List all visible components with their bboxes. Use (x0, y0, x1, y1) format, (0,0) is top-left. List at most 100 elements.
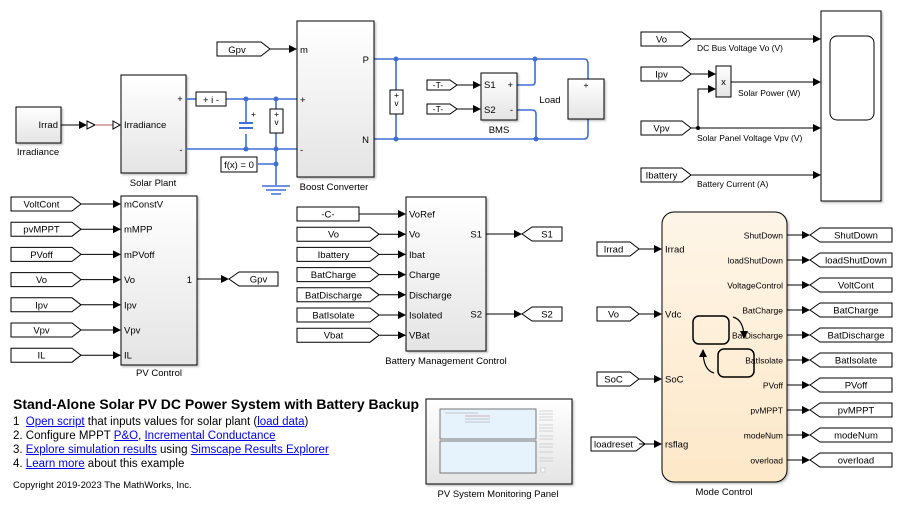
from-tag-ibattery-label: Ibattery (646, 171, 678, 182)
bms-name: BMS (489, 125, 510, 136)
pv-control-from-pvmppt-1[interactable]: pvMPPT (10, 221, 82, 237)
boost-port-minus: - (300, 145, 303, 156)
current-sensor[interactable]: + i - (195, 91, 227, 107)
goto-tag-mc-shutdown[interactable]: ShutDown (809, 227, 893, 243)
pv-control-from-vpv-5[interactable]: Vpv (10, 322, 82, 338)
goto-tag-mc-overload[interactable]: overload (809, 452, 893, 468)
product-block[interactable]: x (715, 65, 732, 98)
mode-control-name: Mode Control (695, 487, 752, 498)
from-tag-vpv[interactable]: Vpv (640, 120, 692, 136)
irradiance-block[interactable]: Irrad Irradiance (15, 106, 62, 158)
goto-tag-mc-loadshutdown[interactable]: loadShutDown (809, 252, 893, 268)
load-block[interactable]: Load + (539, 78, 605, 120)
bmc-out-port-s1: S1 (470, 230, 482, 241)
bmc-from-vbat-6-label: Vbat (324, 331, 344, 342)
bmc-from-batisolate-5-label: BatIsolate (312, 311, 354, 322)
pv-control-from-il-6[interactable]: IL (10, 347, 82, 363)
pv-control-port-ipv: Ipv (124, 300, 137, 311)
goto-tag-mc-pvmppt[interactable]: pvMPPT (809, 402, 893, 418)
goto-tag-mc-batcharge[interactable]: BatCharge (809, 302, 893, 318)
goto-tag-s2[interactable]: S2 (521, 306, 563, 322)
link-incremental-conductance[interactable]: Incremental Conductance (144, 430, 275, 442)
scope-block[interactable] (820, 10, 882, 202)
pv-control-from-pvoff-2[interactable]: PVoff (10, 246, 82, 262)
goto-tag-mc-pvoff[interactable]: PVoff (809, 377, 893, 393)
mc-out-port-modenum: modeNum (744, 431, 783, 441)
pv-control-section: mConstV mMPP mPVoff Vo Ipv Vpv IL 1 PV Control Vo… (10, 195, 279, 379)
pv-control-port-mpvoff: mPVoff (124, 250, 155, 261)
mc-from-loadreset-label: loadreset (594, 440, 633, 451)
mc-from-loadreset[interactable]: loadreset (590, 436, 646, 452)
solver-configuration[interactable]: f(x) = 0 (220, 156, 258, 173)
from-tag-ipv[interactable]: Ipv (640, 66, 692, 82)
solver-label: f(x) = 0 (224, 160, 254, 171)
voltage-sensor-2[interactable]: + v (389, 89, 404, 115)
pv-control-from-ipv-4[interactable]: Ipv (10, 297, 82, 313)
signal-label-solar-panel-voltage: Solar Panel Voltage Vpv (V) (697, 133, 803, 143)
link-simscape-results-explorer[interactable]: Simscape Results Explorer (191, 444, 329, 456)
mode-control-chart[interactable]: Irrad Vdc SoC rsflag ShutDown loadShutDown Vol… (661, 211, 788, 498)
link-load-data[interactable]: load data (257, 416, 304, 428)
annotation: Stand-Alone Solar PV DC Power System wit… (13, 396, 433, 491)
from-tag-ibattery[interactable]: Ibattery (640, 167, 692, 183)
goto-tag-gpv-label: Gpv (250, 275, 268, 286)
current-sensor-label: + i - (203, 95, 219, 106)
bmc-from-vo-1[interactable]: Vo (296, 226, 380, 242)
goto-tag-mc-batdischarge[interactable]: BatDischarge (809, 327, 893, 343)
step-number: 4. (13, 458, 26, 470)
boost-port-m: m (300, 45, 308, 56)
bmc-out-port-s2: S2 (470, 310, 482, 321)
bmc-from-ibattery-2[interactable]: Ibattery (296, 246, 380, 262)
bms-port-s1: S1 (484, 80, 496, 91)
boost-converter-block[interactable]: m + - P N Boost Converter (296, 20, 375, 193)
goto-tag-s2-label: S2 (541, 310, 553, 321)
pv-control-out-port: 1 (187, 275, 192, 286)
mc-from-irrad[interactable]: Irrad (596, 241, 640, 257)
voltage-sensor-1[interactable]: + v (269, 108, 284, 134)
mode-control-section: IrradVdcSoCrsflagShutDownloadShutDownVol… (590, 211, 893, 498)
link-learn-more[interactable]: Learn more (26, 458, 85, 470)
pv-control-name: PV Control (136, 368, 182, 379)
mc-port-soc: SoC (665, 375, 684, 386)
link-p-o[interactable]: P&O (114, 430, 138, 442)
link-open-script[interactable]: Open script (26, 416, 85, 428)
bmc-from-batisolate-5[interactable]: BatIsolate (296, 307, 380, 323)
goto-tag-mc-modenum[interactable]: modeNum (809, 427, 893, 443)
goto-tag-mc-voltcont[interactable]: VoltCont (809, 277, 893, 293)
scope-inputs: Vo Ipv Vpv Ibattery DC Bus Voltage Vo (V) Sol… (640, 31, 821, 189)
mc-out-port-batcharge: BatCharge (742, 306, 783, 316)
bmc-from-ibattery-2-label: Ibattery (318, 250, 350, 261)
goto-tag-mc-batisolate[interactable]: BatIsolate (809, 352, 893, 368)
from-tag-t1[interactable]: -T- (426, 79, 458, 91)
from-tag-gpv[interactable]: Gpv (216, 41, 271, 57)
mc-out-port-pvmppt: pvMPPT (750, 406, 783, 416)
bmc-from-vbat-6[interactable]: Vbat (296, 327, 380, 343)
bmc-from-batdischarge-4[interactable]: BatDischarge (296, 287, 380, 303)
bmc-from-batcharge-3[interactable]: BatCharge (296, 267, 380, 283)
pv-control-from-pvmppt-1-label: pvMPPT (23, 225, 60, 236)
capacitor[interactable]: + (239, 109, 256, 129)
battery-management-control-block[interactable]: VoRef Vo Ibat Charge Discharge Isolated VBat S1… (385, 196, 507, 367)
mc-out-port-voltagecontrol: VoltageControl (727, 281, 783, 291)
constant-block[interactable]: -C- (296, 206, 360, 222)
boost-port-p: P (363, 55, 369, 66)
bmc-name: Battery Management Control (385, 356, 506, 367)
mc-out-port-batdischarge: BatDischarge (732, 331, 783, 341)
mc-from-soc[interactable]: SoC (596, 371, 640, 387)
solar-plant-block[interactable]: Irradiance + - Solar Plant (120, 74, 187, 189)
goto-tag-gpv[interactable]: Gpv (228, 271, 279, 287)
goto-tag-s1[interactable]: S1 (521, 226, 563, 242)
goto-tag-mc-pvmppt-label: pvMPPT (838, 406, 875, 417)
solar-plant-plus: + (177, 94, 183, 105)
steps-list: 1 Open script that inputs values for sol… (13, 415, 433, 471)
link-explore-simulation-results[interactable]: Explore simulation results (26, 444, 157, 456)
bmc-port-vbat: VBat (409, 331, 430, 342)
from-tag-t2[interactable]: -T- (426, 103, 458, 115)
mc-from-vo[interactable]: Vo (596, 306, 640, 322)
pv-system-monitoring-panel[interactable]: PV System Monitoring Panel (425, 398, 573, 500)
pv-control-from-voltcont-0[interactable]: VoltCont (10, 196, 82, 212)
from-tag-vo[interactable]: Vo (640, 31, 692, 47)
pv-control-block[interactable]: mConstV mMPP mPVoff Vo Ipv Vpv IL 1 PV Control (120, 195, 198, 379)
bms-block[interactable]: S1 S2 + - BMS (480, 72, 518, 136)
pv-control-from-vo-3[interactable]: Vo (10, 272, 82, 288)
